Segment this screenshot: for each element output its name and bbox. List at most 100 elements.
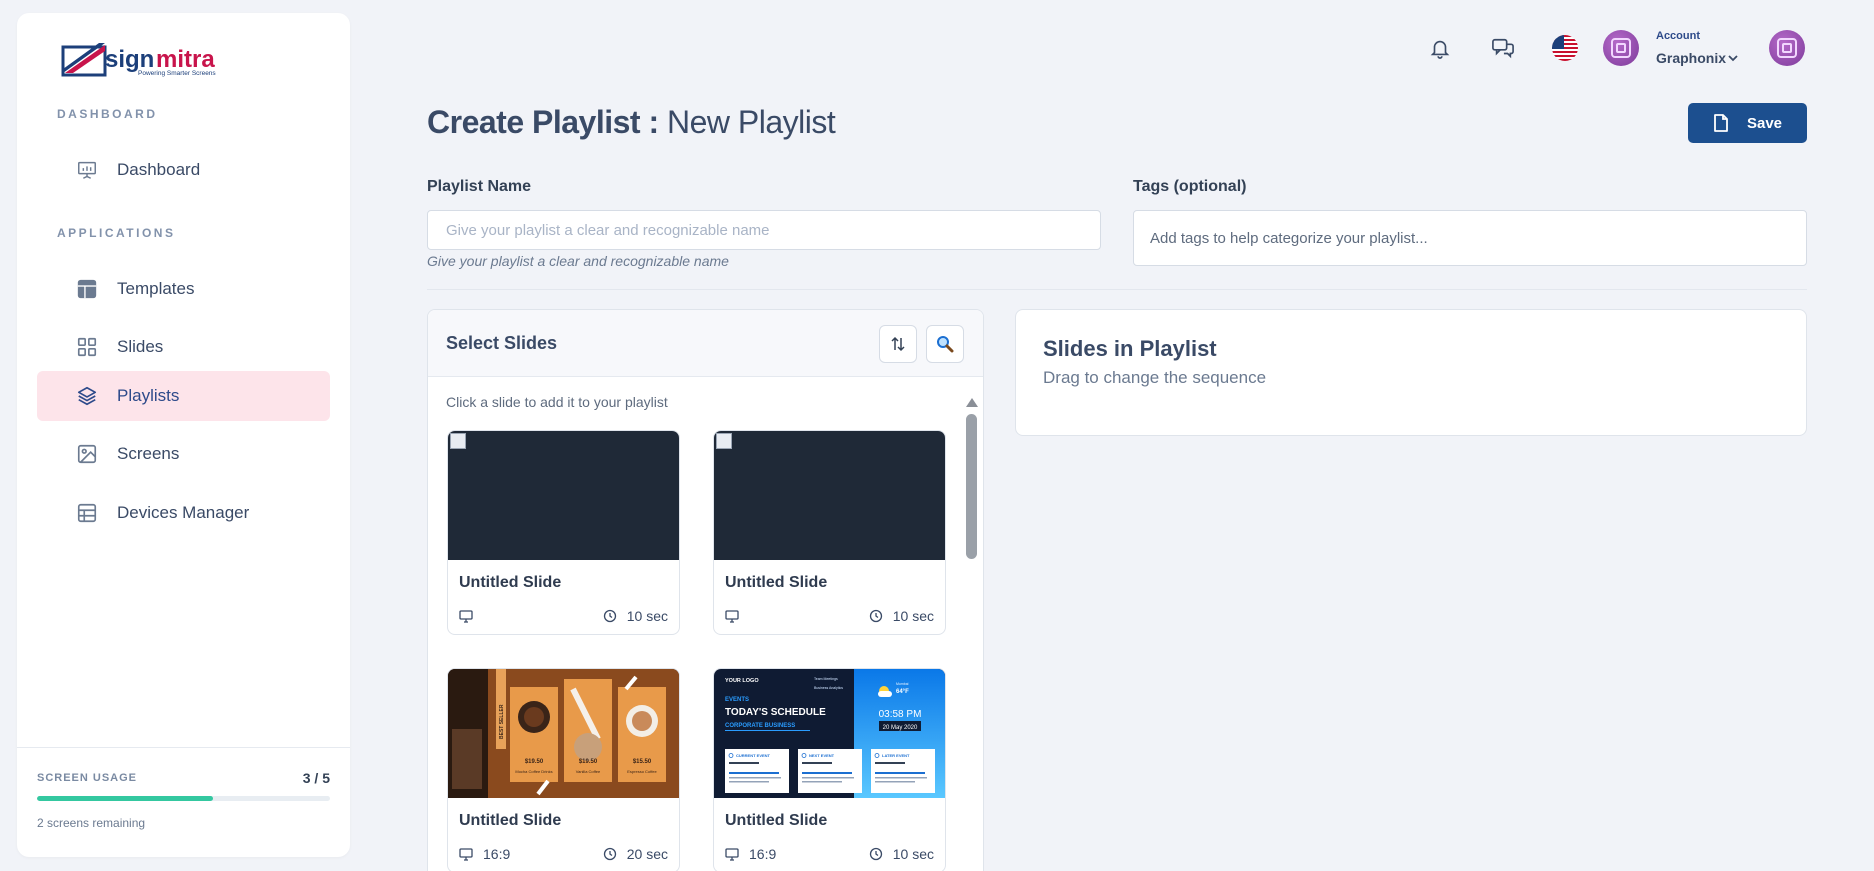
scrollbar[interactable] [964,398,978,871]
playlist-name-label: Playlist Name [427,178,532,195]
screen-usage: SCREEN USAGE 3 / 5 2 screens remaining [17,747,350,857]
logo-tagline: Powering Smarter Screens [138,70,216,77]
coffee-price: $15.50 [633,759,652,765]
slide-thumbnail [714,431,945,560]
sidebar-item-label: Slides [117,337,164,356]
slide-card[interactable]: YOUR LOGO Team Meetings Business Analyti… [713,668,946,871]
sidebar-item-label: Dashboard [117,160,201,179]
slide-ratio: 16:9 [749,846,777,862]
coffee-price: $19.50 [525,759,544,765]
usage-count: 3 / 5 [302,770,330,786]
clock-icon [603,847,616,861]
coffee-label: BEST SELLER [499,704,505,739]
schedule-weather-city: Mumbai [896,682,909,686]
account-label: Account [1656,30,1700,42]
save-label: Save [1746,114,1783,132]
sidebar-item-screens[interactable]: Screens [37,429,330,479]
slide-title: Untitled Slide [725,812,828,829]
clock-icon [869,609,882,623]
slide-title: Untitled Slide [725,574,828,591]
grid-icon [75,335,99,359]
sidebar-item-label: Templates [117,279,195,298]
playlist-name-input[interactable] [427,210,1101,250]
sidebar-item-dashboard[interactable]: Dashboard [37,145,330,195]
coffee-price: $19.50 [579,759,598,765]
chat-icon[interactable] [1485,30,1521,66]
schedule-event: LATER EVENT [882,753,910,758]
slide-card[interactable]: BEST SELLER $19.50 $19.50 $15.50 Mocha C… [447,668,680,871]
section-applications: APPLICATIONS [57,226,176,240]
broken-image-icon [716,433,732,449]
schedule-date: 20 May 2020 [883,725,918,731]
scroll-up-arrow[interactable] [966,398,978,407]
layers-icon [75,384,99,408]
sidebar-item-templates[interactable]: Templates [37,264,330,314]
slide-card[interactable]: Untitled Slide 10 sec [447,430,680,635]
section-dashboard: DASHBOARD [57,107,158,121]
account-name[interactable]: Graphonix [1656,50,1726,66]
monitor-icon [725,848,739,861]
tags-input[interactable] [1133,210,1807,266]
monitor-icon [725,610,739,623]
us-flag-icon[interactable] [1547,30,1583,66]
coffee-name: Vanilla Coffee [576,769,601,774]
slide-duration: 20 sec [626,846,668,862]
sidebar-item-devices-manager[interactable]: Devices Manager [37,488,330,538]
logo-text-mitra: mitra [156,46,215,73]
schedule-event: NEXT EVENT [809,753,835,758]
select-slides-title: Select Slides [446,333,558,353]
slide-duration: 10 sec [626,608,668,624]
save-button[interactable]: Save [1688,103,1807,143]
search-icon [937,336,954,353]
slides-in-playlist-panel[interactable]: Slides in Playlist Drag to change the se… [1015,309,1807,436]
coffee-name: Mocha Coffee Drinks [515,769,552,774]
schedule-check: Team Meetings [814,677,838,681]
tags-label: Tags (optional) [1133,178,1247,195]
monitor-icon [459,848,473,861]
slide-card[interactable]: Untitled Slide 10 sec [713,430,946,635]
slide-thumbnail: BEST SELLER $19.50 $19.50 $15.50 Mocha C… [448,669,679,798]
slide-duration: 10 sec [892,846,934,862]
slide-ratio: 16:9 [483,846,511,862]
coffee-name: Espresso Coffee [627,769,657,774]
bell-icon[interactable] [1422,30,1458,66]
usage-progress-bar [37,796,330,801]
playlist-panel-subtitle: Drag to change the sequence [1043,368,1267,387]
page-title-strong: Create Playlist : [427,104,659,140]
slide-thumbnail [448,431,679,560]
usage-label: SCREEN USAGE [37,772,138,784]
slide-title: Untitled Slide [459,574,562,591]
signmitra-logo[interactable]: sign mitra Powering Smarter Screens [59,29,249,79]
sort-button[interactable] [879,325,917,363]
select-slides-panel: Select Slides Click a slide to add it to… [427,309,984,871]
clock-icon [603,609,616,623]
sidebar-item-label: Devices Manager [117,503,250,522]
profile-avatar[interactable] [1769,30,1805,66]
schedule-check: Business Analytics [814,686,843,690]
playlist-name-hint: Give your playlist a clear and recogniza… [427,253,729,269]
select-slides-header: Select Slides [428,310,983,377]
search-button[interactable] [926,325,964,363]
presentation-chart-icon [75,158,99,182]
avatar[interactable] [1603,30,1639,66]
sidebar-item-playlists[interactable]: Playlists [37,371,330,421]
table-icon [75,501,99,525]
schedule-kicker: EVENTS [725,697,749,703]
schedule-title: TODAY'S SCHEDULE [725,707,826,718]
chevron-down-icon[interactable] [1727,52,1739,64]
sort-arrows-icon [891,336,905,352]
page-title: Create Playlist : New Playlist [427,104,836,141]
playlist-panel-title: Slides in Playlist [1043,336,1217,361]
clock-icon [869,847,882,861]
page-title-light: New Playlist [667,104,836,140]
sidebar: sign mitra Powering Smarter Screens DASH… [17,13,350,857]
divider [427,289,1807,290]
layout-template-icon [75,277,99,301]
schedule-subtitle: CORPORATE BUSINESS [725,723,795,729]
usage-remaining: 2 screens remaining [37,816,146,830]
select-slides-instruction: Click a slide to add it to your playlist [446,394,668,410]
schedule-event: CURRENT EVENT [736,753,771,758]
sidebar-item-slides[interactable]: Slides [37,322,330,372]
image-icon [75,442,99,466]
scroll-thumb[interactable] [966,414,977,559]
